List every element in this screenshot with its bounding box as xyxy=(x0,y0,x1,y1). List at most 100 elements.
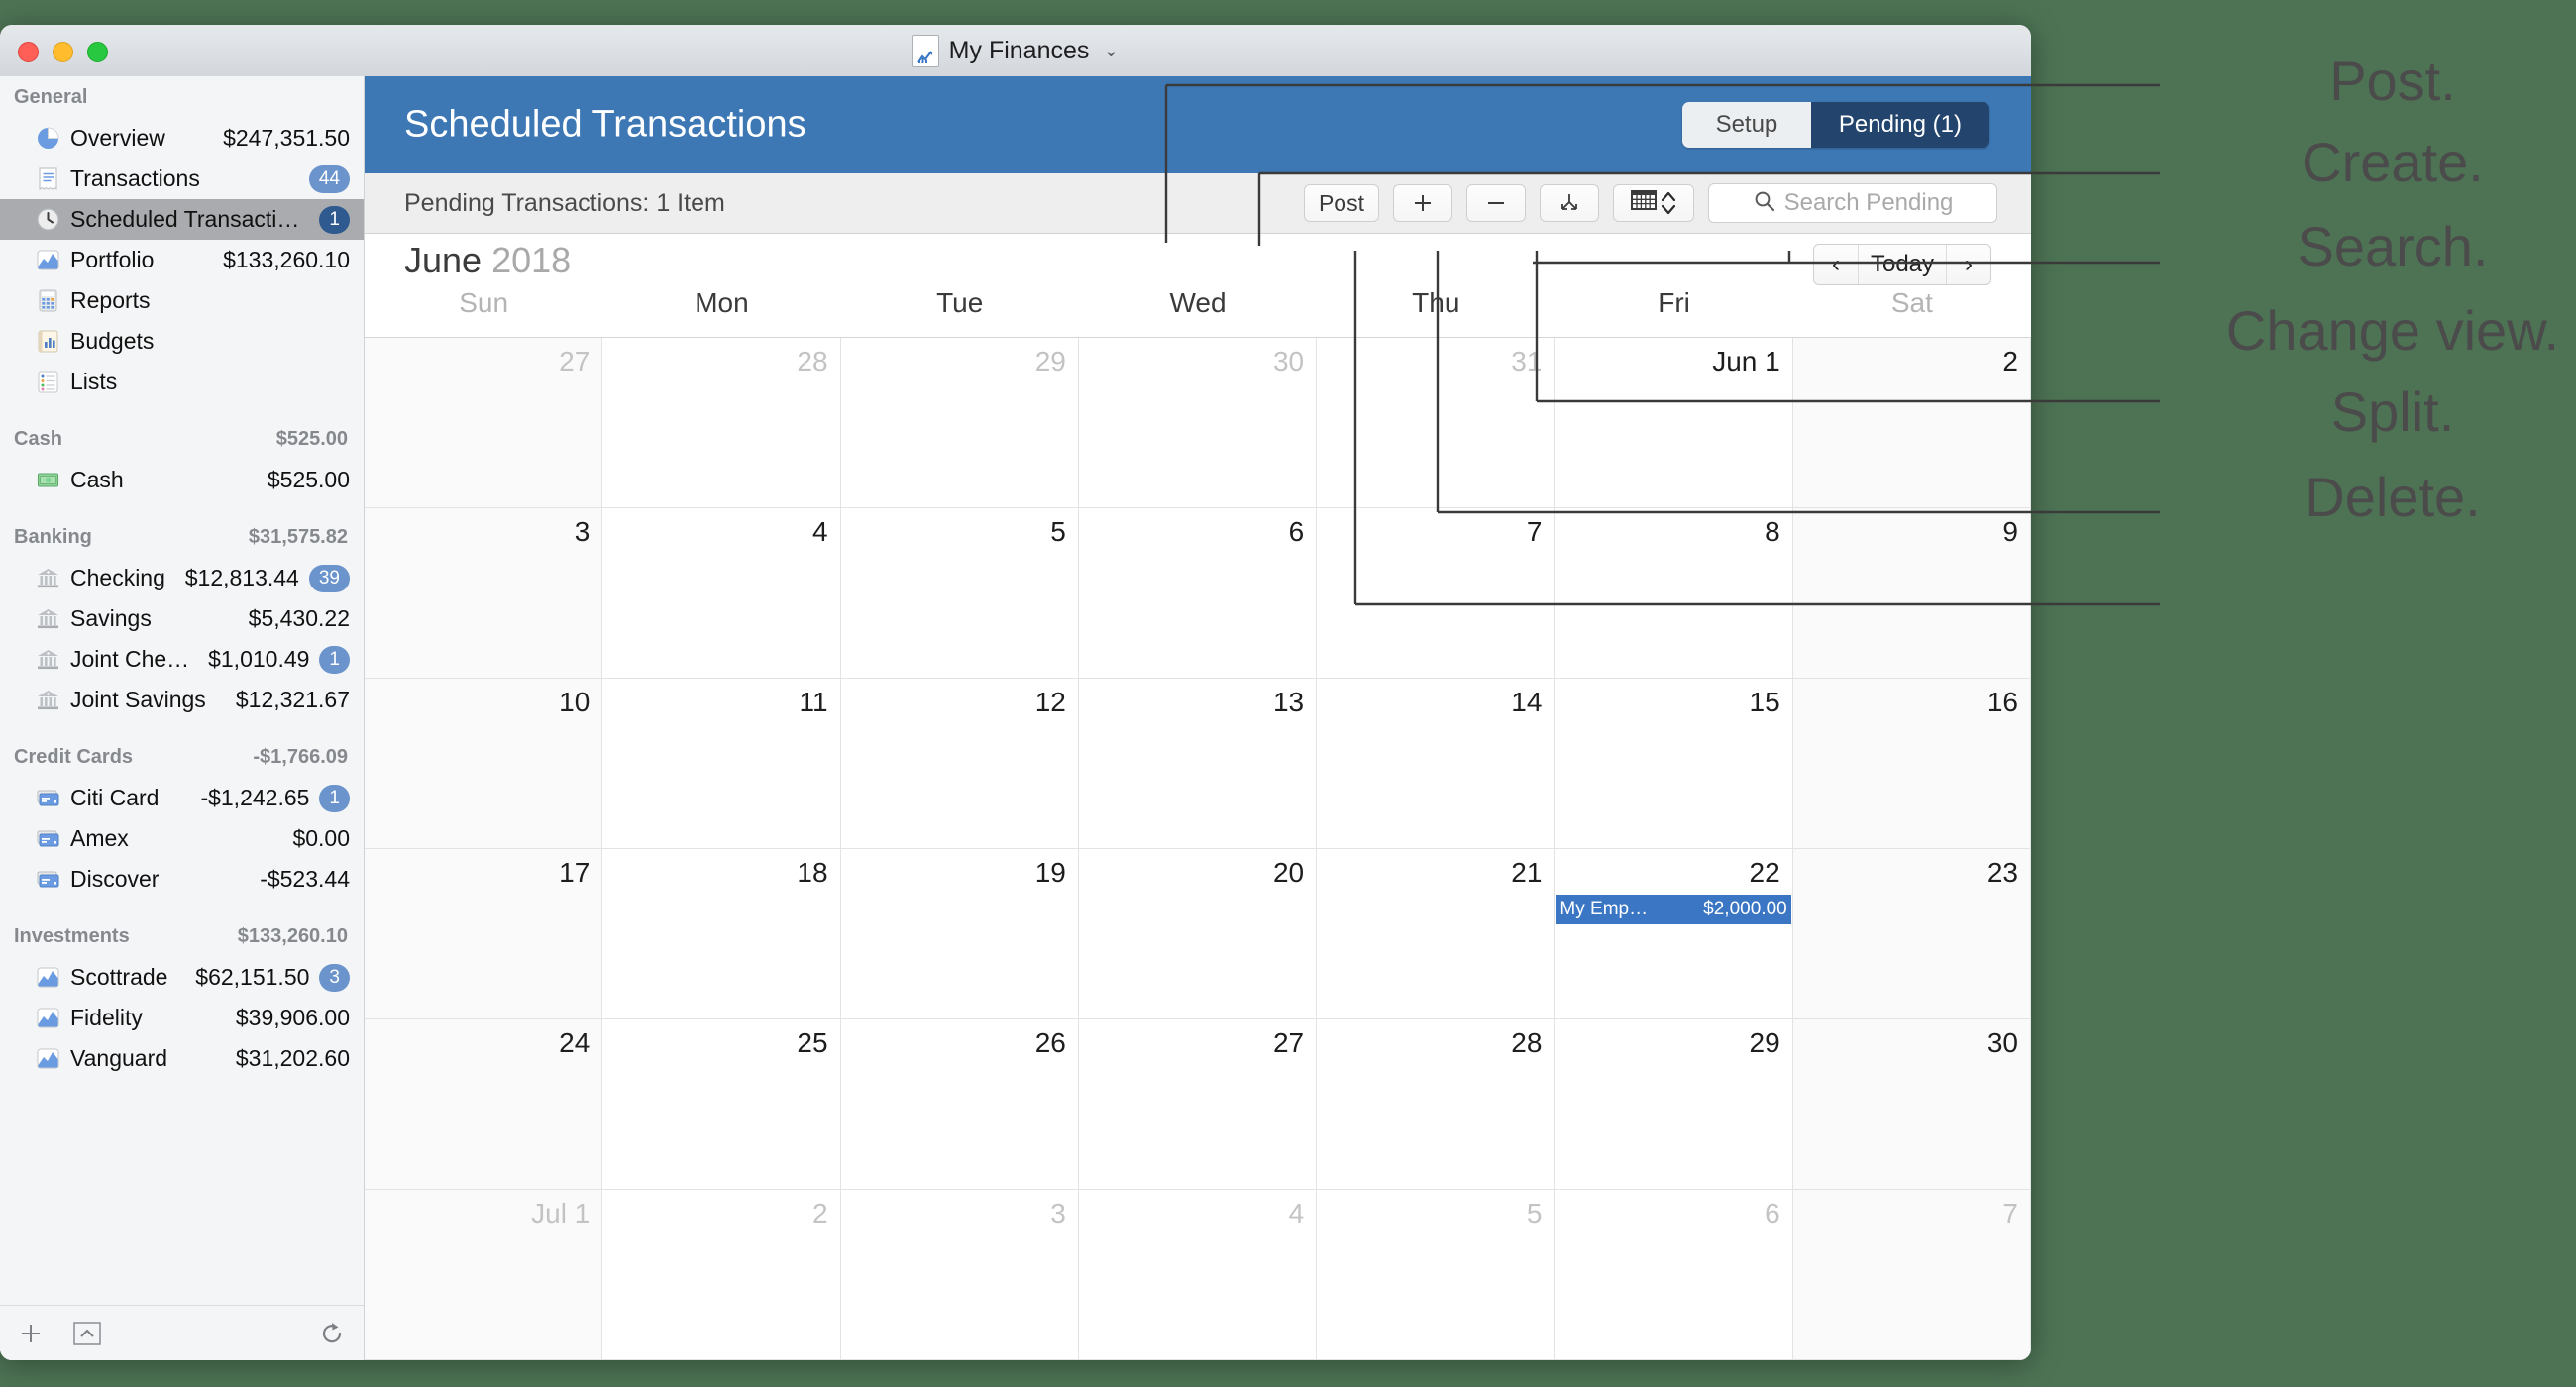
calendar-day-cell[interactable]: 18 xyxy=(602,849,841,1019)
calendar-day-cell[interactable]: 19 xyxy=(840,849,1079,1019)
calendar-day-cell[interactable]: 24 xyxy=(365,1019,603,1190)
sidebar-item-checking[interactable]: Checking $12,813.44 39 xyxy=(0,558,364,598)
chevron-down-icon[interactable]: ⌄ xyxy=(1103,40,1119,62)
action-menu-button[interactable] xyxy=(73,1321,101,1345)
calendar-day-cell[interactable]: 22 My Emp… $2,000.00 xyxy=(1555,849,1793,1019)
calendar-day-cell[interactable]: 28 xyxy=(602,338,841,508)
calendar-day-cell[interactable]: 28 xyxy=(1317,1019,1556,1190)
calendar-day-cell[interactable]: 27 xyxy=(1078,1019,1318,1190)
post-button[interactable]: Post xyxy=(1303,184,1379,222)
sidebar-item-citi-card[interactable]: Citi Card -$1,242.65 1 xyxy=(0,778,364,818)
calendar-day-cell[interactable]: 25 xyxy=(602,1019,841,1190)
day-number: 2 xyxy=(2002,346,2018,376)
toolbar: Pending Transactions: 1 Item Post Search… xyxy=(365,173,2031,234)
calendar-day-cell[interactable]: 23 xyxy=(1792,849,2031,1019)
calendar-nav[interactable]: ‹ Today › xyxy=(1813,244,1991,285)
sidebar-item-amex[interactable]: Amex $0.00 xyxy=(0,818,364,859)
sidebar-item-amount: $31,202.60 xyxy=(235,1045,350,1071)
calendar-day-cell[interactable]: 11 xyxy=(602,679,841,849)
calendar-day-cell[interactable]: 16 xyxy=(1792,679,2031,849)
day-number: 27 xyxy=(559,346,590,376)
search-input[interactable]: Search Pending xyxy=(1708,183,1997,223)
sidebar-item-portfolio[interactable]: Portfolio $133,260.10 xyxy=(0,240,364,280)
delete-transaction-button[interactable] xyxy=(1466,184,1526,222)
sidebar-item-discover[interactable]: Discover -$523.44 xyxy=(0,859,364,900)
sidebar-item-reports[interactable]: Reports xyxy=(0,280,364,321)
calendar-day-cell[interactable]: 30 xyxy=(1792,1019,2031,1190)
day-number: 14 xyxy=(1511,687,1543,717)
calendar-day-cell[interactable]: 10 xyxy=(365,679,603,849)
sidebar-item-joint-check[interactable]: Joint Check… $1,010.49 1 xyxy=(0,639,364,680)
chevron-up-down-icon xyxy=(1660,188,1677,218)
calendar-day-cell[interactable]: 13 xyxy=(1078,679,1318,849)
sidebar-item-budgets[interactable]: Budgets xyxy=(0,321,364,362)
calendar-day-cell[interactable]: 3 xyxy=(840,1190,1079,1360)
tab-pending[interactable]: Pending (1) xyxy=(1810,102,1989,148)
sidebar-item-cash[interactable]: Cash $525.00 xyxy=(0,460,364,500)
calendar-day-cell[interactable]: 31 xyxy=(1317,338,1556,508)
day-header-wed: Wed xyxy=(1169,287,1227,318)
calendar-day-cell[interactable]: Jun 1 xyxy=(1555,338,1793,508)
calendar-day-cell[interactable]: 20 xyxy=(1078,849,1318,1019)
calendar-day-cell[interactable]: 7 xyxy=(1792,1190,2031,1360)
calendar-day-cell[interactable]: 6 xyxy=(1555,1190,1793,1360)
calendar-day-cell[interactable]: 5 xyxy=(840,508,1079,679)
calendar-day-cell[interactable]: 15 xyxy=(1555,679,1793,849)
calendar-day-cell[interactable]: 21 xyxy=(1317,849,1556,1019)
calendar-day-cell[interactable]: 9 xyxy=(1792,508,2031,679)
day-number: 29 xyxy=(1034,346,1066,376)
sidebar-item-overview[interactable]: Overview $247,351.50 xyxy=(0,118,364,159)
calendar-day-cell[interactable]: 8 xyxy=(1555,508,1793,679)
bank-icon xyxy=(36,688,60,712)
sidebar-item-scheduled-transactions[interactable]: Scheduled Transactions 1 xyxy=(0,199,364,240)
segmented-control[interactable]: Setup Pending (1) xyxy=(1681,102,1989,148)
sidebar-list[interactable]: General Overview $247,351.50 Transactions 44… xyxy=(0,76,364,1305)
next-month-button[interactable]: › xyxy=(1947,245,1990,284)
calendar-day-cell[interactable]: 14 xyxy=(1317,679,1556,849)
add-account-button[interactable] xyxy=(18,1321,44,1346)
day-number: 31 xyxy=(1511,346,1543,376)
today-button[interactable]: Today xyxy=(1858,245,1947,284)
day-number: 19 xyxy=(1034,857,1066,888)
sidebar-item-savings[interactable]: Savings $5,430.22 xyxy=(0,598,364,639)
window-titlebar: My Finances ⌄ xyxy=(0,25,2031,77)
sidebar-item-vanguard[interactable]: Vanguard $31,202.60 xyxy=(0,1038,364,1079)
annotation-label: Search. xyxy=(2297,215,2489,277)
document-icon xyxy=(912,34,939,67)
calendar-day-cell[interactable]: 26 xyxy=(840,1019,1079,1190)
credit-card-icon xyxy=(36,786,60,810)
calendar-day-cell[interactable]: 27 xyxy=(365,338,603,508)
calendar-day-cell[interactable]: 12 xyxy=(840,679,1079,849)
view-mode-picker[interactable] xyxy=(1613,184,1694,222)
sidebar-item-label: Lists xyxy=(70,369,118,394)
calendar-day-cell[interactable]: 29 xyxy=(840,338,1079,508)
chart-icon xyxy=(36,1006,60,1030)
refresh-button[interactable] xyxy=(318,1320,346,1347)
calendar-day-cell[interactable]: 5 xyxy=(1317,1190,1556,1360)
sidebar-item-label: Vanguard xyxy=(70,1045,168,1071)
calendar-day-cell[interactable]: 2 xyxy=(1792,338,2031,508)
split-icon[interactable] xyxy=(1540,184,1599,222)
prev-month-button[interactable]: ‹ xyxy=(1814,245,1858,284)
calendar-day-cell[interactable]: 3 xyxy=(365,508,603,679)
sidebar-item-transactions[interactable]: Transactions 44 xyxy=(0,159,364,199)
sidebar-item-lists[interactable]: Lists xyxy=(0,362,364,402)
calendar-grid[interactable]: 27 28 29 30 31 Jun 1 2 3 4 5 6 7 8 9 10 11 12 13 14 15 16 17 1… xyxy=(365,338,2031,1360)
calendar-day-cell[interactable]: Jul 1 xyxy=(365,1190,603,1360)
scheduled-transaction-event[interactable]: My Emp… $2,000.00 xyxy=(1556,895,1791,924)
add-transaction-button[interactable] xyxy=(1393,184,1452,222)
calendar-day-cell[interactable]: 17 xyxy=(365,849,603,1019)
calendar-day-cell[interactable]: 29 xyxy=(1555,1019,1793,1190)
sidebar-item-scottrade[interactable]: Scottrade $62,151.50 3 xyxy=(0,957,364,998)
calendar-day-cell[interactable]: 4 xyxy=(1078,1190,1318,1360)
calendar-day-cell[interactable]: 2 xyxy=(602,1190,841,1360)
calendar-day-cell[interactable]: 7 xyxy=(1317,508,1556,679)
sidebar-section-total: $31,575.82 xyxy=(248,525,348,548)
calendar-day-cell[interactable]: 4 xyxy=(602,508,841,679)
tab-setup[interactable]: Setup xyxy=(1681,102,1811,148)
sidebar-item-fidelity[interactable]: Fidelity $39,906.00 xyxy=(0,998,364,1038)
calendar-day-cell[interactable]: 30 xyxy=(1078,338,1318,508)
calendar-day-cell[interactable]: 6 xyxy=(1078,508,1318,679)
sidebar-item-joint-savings[interactable]: Joint Savings $12,321.67 xyxy=(0,680,364,720)
